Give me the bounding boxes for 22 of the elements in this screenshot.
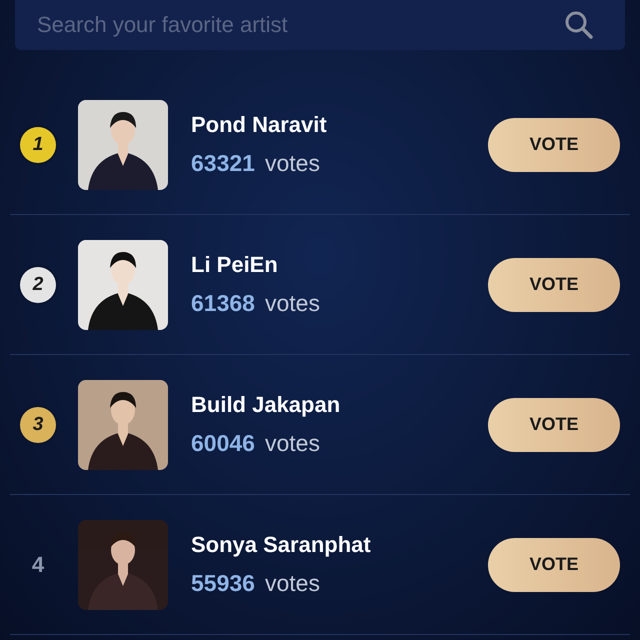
votes-label: votes — [264, 430, 320, 457]
artist-name: Pond Naravit — [191, 112, 328, 138]
vote-count: 55936 — [191, 570, 255, 597]
votes-label: votes — [264, 290, 320, 317]
rank-badge: 3 — [20, 406, 56, 442]
rank-number: 4 — [32, 552, 44, 578]
rank-badge: 1 — [20, 126, 56, 162]
artist-name: Build Jakapan — [191, 392, 342, 418]
artist-name: Li PeiEn — [191, 252, 279, 278]
vote-button[interactable]: VOTE — [488, 118, 620, 172]
search-icon[interactable] — [563, 9, 595, 41]
votes-label: votes — [264, 150, 320, 177]
vote-count: 61368 — [191, 290, 255, 317]
vote-count: 60046 — [191, 430, 255, 457]
vote-button[interactable]: VOTE — [488, 398, 620, 452]
artist-name: Sonya Saranphat — [191, 532, 372, 558]
votes-label: votes — [264, 570, 320, 597]
vote-count: 63321 — [191, 150, 255, 177]
vote-button[interactable]: VOTE — [488, 538, 620, 592]
vote-button[interactable]: VOTE — [488, 258, 620, 312]
rank-badge: 2 — [20, 266, 56, 302]
search-field[interactable]: Search your favorite artist — [15, 0, 625, 50]
